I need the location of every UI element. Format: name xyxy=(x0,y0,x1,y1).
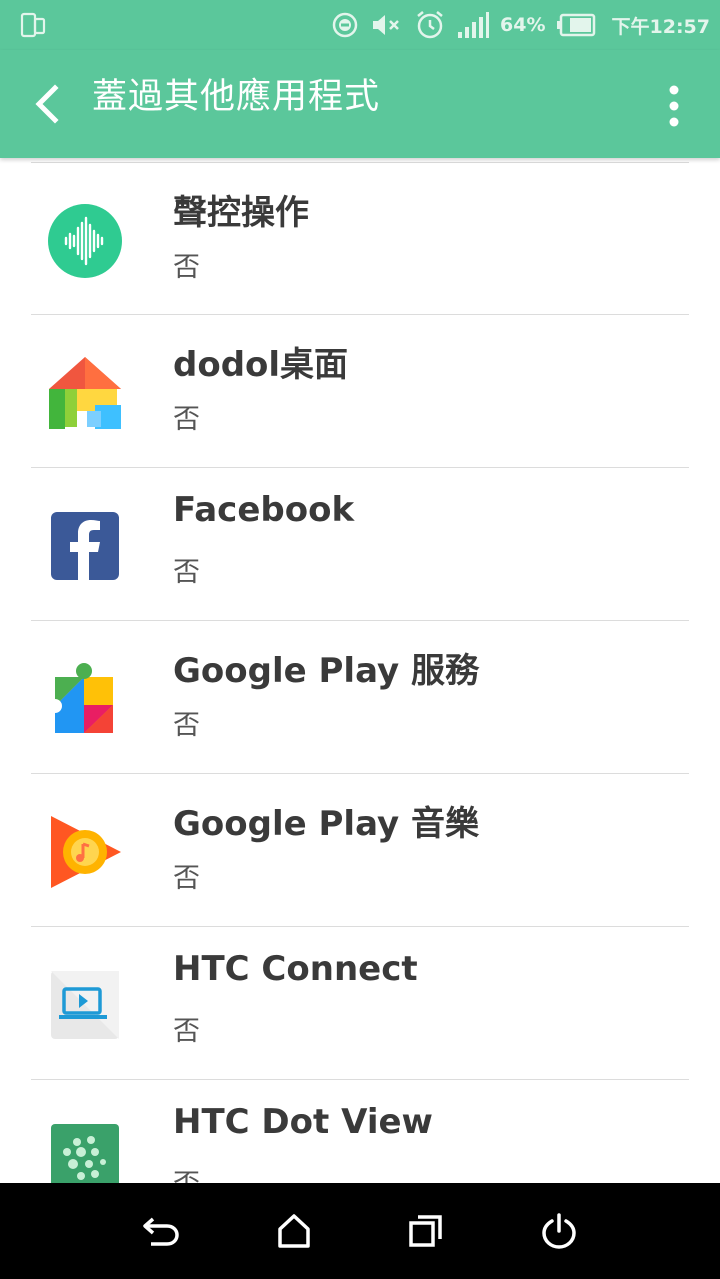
battery-icon xyxy=(556,13,595,37)
list-item[interactable]: HTC Connect 否 xyxy=(31,927,689,1080)
screen: 64% 下午12:57 蓋過其他應用程式 聲控操作 否 dodol桌面 否 Fa… xyxy=(0,0,720,1279)
facebook-icon xyxy=(51,512,119,580)
do-not-disturb-icon xyxy=(332,12,358,38)
home-icon xyxy=(278,1214,310,1248)
app-status: 否 xyxy=(173,1016,200,1047)
nav-home-button[interactable] xyxy=(264,1201,324,1261)
clock: 下午12:57 xyxy=(611,15,710,38)
back-button[interactable] xyxy=(20,74,72,134)
app-status: 否 xyxy=(173,252,200,283)
dodol-launcher-icon xyxy=(49,357,121,429)
battery-percent: 64% xyxy=(500,14,546,36)
recents-icon xyxy=(409,1215,442,1247)
alarm-icon xyxy=(417,11,443,39)
chevron-left-icon xyxy=(35,84,59,124)
google-play-services-icon xyxy=(48,663,113,733)
list-item[interactable]: 聲控操作 否 xyxy=(31,162,689,315)
nav-power-button[interactable] xyxy=(529,1201,589,1261)
list-item[interactable]: dodol桌面 否 xyxy=(31,315,689,468)
app-list: 聲控操作 否 dodol桌面 否 Facebook 否 Google Play … xyxy=(0,158,720,1183)
back-icon xyxy=(143,1217,180,1246)
app-status: 否 xyxy=(173,404,200,435)
app-name: Google Play 音樂 xyxy=(173,804,479,844)
voice-control-icon xyxy=(48,204,122,278)
status-icons: 64% 下午12:57 xyxy=(330,0,710,50)
htc-dot-view-icon xyxy=(51,1124,119,1183)
app-status: 否 xyxy=(173,863,200,894)
nav-back-button[interactable] xyxy=(131,1201,191,1261)
app-name: Google Play 服務 xyxy=(173,651,479,691)
app-status: 否 xyxy=(173,1162,200,1183)
list-item[interactable]: Google Play 音樂 否 xyxy=(31,774,689,927)
app-status: 否 xyxy=(173,710,200,741)
app-name: 聲控操作 xyxy=(173,193,309,233)
status-bar: 64% 下午12:57 xyxy=(0,0,720,50)
nav-recents-button[interactable] xyxy=(396,1201,456,1261)
app-bar: 蓋過其他應用程式 xyxy=(0,50,720,158)
app-name: HTC Dot View xyxy=(173,1102,433,1142)
page-title: 蓋過其他應用程式 xyxy=(92,77,381,117)
power-icon xyxy=(541,1213,576,1249)
app-name: dodol桌面 xyxy=(173,345,349,385)
google-play-music-icon xyxy=(51,816,121,888)
signal-icon xyxy=(458,12,490,38)
more-vert-icon xyxy=(669,85,679,127)
htc-connect-icon xyxy=(51,971,119,1039)
app-name: HTC Connect xyxy=(173,949,418,989)
mute-icon xyxy=(373,15,399,35)
list-item[interactable]: Google Play 服務 否 xyxy=(31,621,689,774)
overflow-menu-button[interactable] xyxy=(654,78,694,134)
app-status: 否 xyxy=(173,557,200,588)
app-name: Facebook xyxy=(173,490,355,530)
navigation-bar xyxy=(0,1183,720,1279)
list-item[interactable]: Facebook 否 xyxy=(31,468,689,621)
list-item[interactable]: HTC Dot View 否 xyxy=(31,1080,689,1183)
screen-mirror-icon xyxy=(20,12,46,38)
